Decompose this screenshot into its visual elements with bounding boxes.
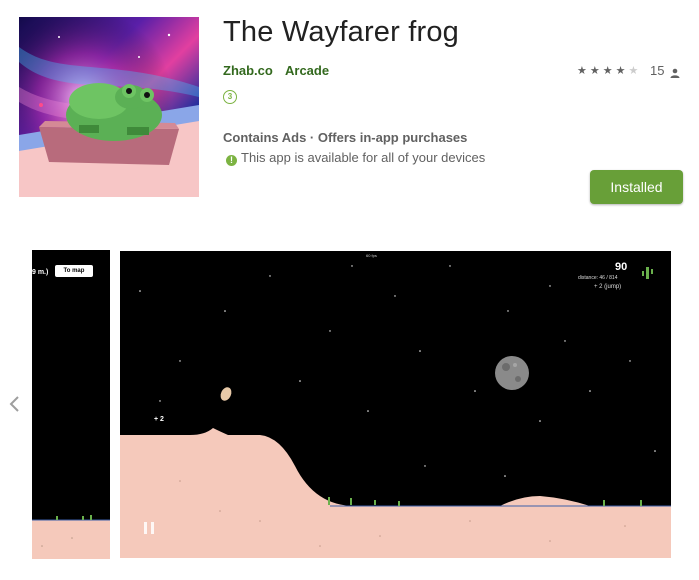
content-rating-badge: 3 [223, 90, 237, 104]
fps-counter: 60 fps [366, 253, 377, 258]
distance-readout: 9 m.) [32, 269, 49, 276]
to-map-button[interactable]: To map [55, 265, 93, 277]
star-icon: ★ [577, 65, 590, 77]
rating-count: 15 [650, 63, 665, 78]
availability-row: ! This app is available for all of your d… [226, 150, 485, 166]
app-title: The Wayfarer frog [223, 16, 460, 48]
developer-link[interactable]: Zhab.co [223, 63, 273, 78]
screenshot-2[interactable]: 60 fps 90 distance: 46 / 814 + 2 (jump) … [120, 251, 671, 558]
star-icon: ★ [628, 65, 642, 77]
points-popup: + 2 [154, 416, 164, 423]
ads-info: Contains Ads · Offers in-app purchases [223, 130, 468, 145]
person-icon [670, 65, 680, 83]
availability-text: This app is available for all of your de… [241, 150, 486, 165]
star-icon: ★ [589, 65, 603, 77]
star-icon: ★ [615, 65, 629, 77]
chevron-left-icon[interactable] [6, 392, 24, 416]
bonus-readout: + 2 (jump) [594, 284, 622, 290]
install-button[interactable]: Installed [590, 170, 683, 204]
distance-readout: distance: 46 / 814 [578, 275, 618, 281]
score-readout: 90 [615, 261, 628, 273]
screenshot-1[interactable]: 9 m.) To map [32, 250, 110, 559]
star-rating: ★★★★★ [577, 64, 641, 77]
star-icon: ★ [602, 65, 616, 77]
info-icon: ! [226, 155, 237, 166]
app-icon [19, 17, 199, 197]
genre-link[interactable]: Arcade [285, 63, 329, 78]
pause-icon[interactable] [142, 521, 156, 535]
